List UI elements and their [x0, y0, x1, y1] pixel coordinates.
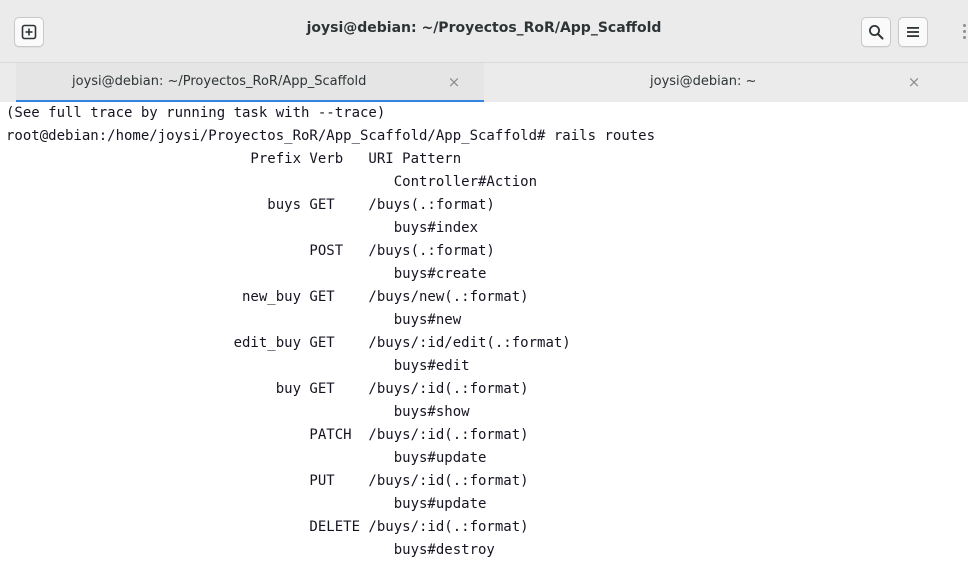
terminal-line: new_buy GET /buys/new(.:format) — [6, 289, 529, 305]
window-title: joysi@debian: ~/Proyectos_RoR/App_Scaffo… — [306, 20, 662, 36]
terminal-line: buys#index — [6, 220, 479, 236]
close-tab-button[interactable]: × — [444, 72, 464, 92]
terminal-line: buys#new — [6, 312, 462, 328]
terminal-line: buys#create — [6, 266, 487, 282]
terminal-line: root@debian:/home/joysi/Proyectos_RoR/Ap… — [6, 128, 656, 144]
terminal-line: buys#edit — [6, 358, 470, 374]
terminal-line: DELETE /buys/:id(.:format) — [6, 519, 529, 535]
new-tab-button[interactable] — [14, 17, 44, 47]
terminal-line: buys GET /buys(.:format) — [6, 197, 495, 213]
tab-bar: joysi@debian: ~/Proyectos_RoR/App_Scaffo… — [0, 62, 968, 103]
tab-label: joysi@debian: ~/Proyectos_RoR/App_Scaffo… — [72, 74, 367, 89]
terminal-line: Controller#Action — [6, 174, 538, 190]
terminal-line: Prefix Verb URI Pattern — [6, 151, 462, 167]
terminal-output[interactable]: (See full trace by running task with --t… — [0, 102, 968, 583]
terminal-line: buys#update — [6, 450, 487, 466]
terminal-line: edit_buy GET /buys/:id/edit(.:format) — [6, 335, 571, 351]
hamburger-menu-icon — [905, 24, 921, 40]
overflow-dots-icon[interactable] — [960, 24, 968, 40]
terminal-line: PATCH /buys/:id(.:format) — [6, 427, 529, 443]
terminal-line: PUT /buys/:id(.:format) — [6, 473, 529, 489]
terminal-line: POST /buys(.:format) — [6, 243, 495, 259]
search-button[interactable] — [861, 17, 891, 47]
close-tab-button[interactable]: × — [904, 72, 924, 92]
close-icon: × — [447, 73, 461, 91]
terminal-line: buys#destroy — [6, 542, 495, 558]
terminal-line: (See full trace by running task with --t… — [6, 105, 386, 121]
header-bar: joysi@debian: ~/Proyectos_RoR/App_Scaffo… — [0, 0, 968, 62]
tab-label: joysi@debian: ~ — [650, 74, 757, 89]
menu-button[interactable] — [898, 17, 928, 47]
title-bar[interactable]: joysi@debian: ~/Proyectos_RoR/App_Scaffo… — [0, 0, 968, 62]
terminal-line: buy GET /buys/:id(.:format) — [6, 381, 529, 397]
tab-app-scaffold[interactable]: joysi@debian: ~/Proyectos_RoR/App_Scaffo… — [16, 63, 484, 103]
tab-home[interactable]: joysi@debian: ~ × — [484, 63, 952, 103]
terminal-line: buys#update — [6, 496, 487, 512]
terminal-line: buys#show — [6, 404, 470, 420]
new-tab-icon — [21, 24, 37, 40]
search-icon — [868, 24, 884, 40]
close-icon: × — [907, 73, 921, 91]
